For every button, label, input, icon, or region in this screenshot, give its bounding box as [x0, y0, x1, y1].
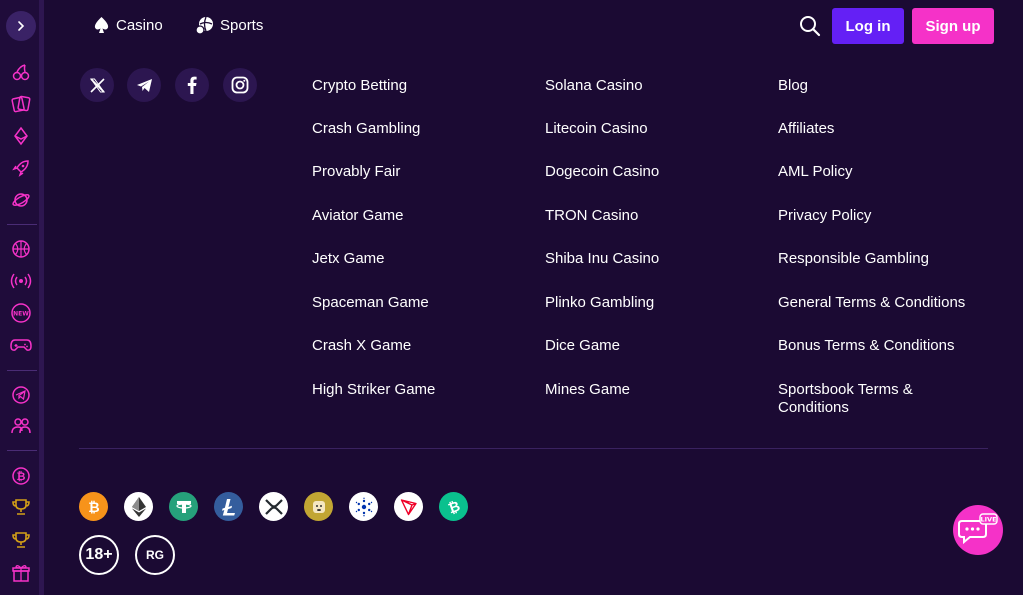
footer-link-aviator-game[interactable]: Aviator Game: [312, 207, 403, 225]
cherry-icon[interactable]: [9, 60, 33, 84]
footer-link-plinko-gambling[interactable]: Plinko Gambling: [545, 294, 654, 312]
cards-icon[interactable]: [9, 92, 33, 116]
footer-link-tron-casino[interactable]: TRON Casino: [545, 207, 638, 225]
footer-link-jetx-game[interactable]: Jetx Game: [312, 250, 385, 268]
nav-casino[interactable]: Casino: [93, 14, 163, 36]
instagram-icon: [231, 76, 249, 94]
footer-link-crypto-betting[interactable]: Crypto Betting: [312, 77, 407, 95]
footer-link-mines-game[interactable]: Mines Game: [545, 381, 630, 399]
xrp-icon: [259, 492, 288, 521]
trophy-icon[interactable]: [9, 528, 33, 552]
tether-icon: [169, 492, 198, 521]
footer-link-crash-gambling[interactable]: Crash Gambling: [312, 120, 420, 138]
search-icon: [800, 16, 821, 37]
bitcoin-icon[interactable]: ₿: [9, 464, 33, 488]
nav-sports[interactable]: Sports: [195, 14, 263, 36]
age-18-badge: 18+: [79, 535, 119, 575]
planet-icon[interactable]: [9, 188, 33, 212]
chevron-right-icon: [18, 21, 25, 31]
footer-divider: [79, 448, 988, 449]
footer-link-shiba-inu-casino[interactable]: Shiba Inu Casino: [545, 250, 659, 268]
spade-icon: [94, 17, 109, 33]
x-social-link[interactable]: [80, 68, 114, 102]
bitcoin-icon: ₿: [79, 492, 108, 521]
cardano-icon: [349, 492, 378, 521]
x-icon: [89, 77, 105, 93]
facebook-social-link[interactable]: [175, 68, 209, 102]
sidebar-divider: [7, 370, 37, 371]
nav-casino-label: Casino: [116, 16, 163, 34]
chat-bubble-icon: LIVE: [958, 513, 998, 545]
signup-button[interactable]: Sign up: [912, 8, 994, 44]
rg-badge-label: RG: [146, 548, 164, 562]
footer-link-aml-policy[interactable]: AML Policy: [778, 163, 852, 181]
svg-text:₿: ₿: [446, 499, 462, 515]
footer-link-bonus-terms[interactable]: Bonus Terms & Conditions: [778, 337, 954, 355]
age-badge-label: 18+: [85, 546, 113, 563]
footer-link-spaceman-game[interactable]: Spaceman Game: [312, 294, 429, 312]
telegram-icon[interactable]: [9, 383, 33, 407]
sidebar-toggle-button[interactable]: [6, 11, 36, 41]
users-icon[interactable]: [9, 414, 33, 438]
footer-link-sportsbook-terms[interactable]: Sportsbook Terms & Conditions: [778, 381, 948, 417]
facebook-icon: [187, 76, 197, 94]
footer-link-high-striker-game[interactable]: High Striker Game: [312, 381, 435, 399]
live-signal-icon[interactable]: [9, 269, 33, 293]
live-chat-button[interactable]: LIVE: [953, 505, 1003, 555]
svg-text:₿: ₿: [17, 470, 26, 483]
basketball-icon[interactable]: [9, 237, 33, 261]
bitcoin-cash-icon: ₿: [439, 492, 468, 521]
footer-link-affiliates[interactable]: Affiliates: [778, 120, 834, 138]
sidebar: NEW ₿: [0, 0, 44, 595]
telegram-icon: [136, 78, 152, 92]
ethereum-icon: [124, 492, 153, 521]
footer-link-responsible-gambling[interactable]: Responsible Gambling: [778, 250, 929, 268]
footer-link-blog[interactable]: Blog: [778, 77, 808, 95]
gift-icon[interactable]: [9, 561, 33, 585]
footer-link-general-terms[interactable]: General Terms & Conditions: [778, 294, 965, 312]
login-button[interactable]: Log in: [832, 8, 904, 44]
dogecoin-icon: [304, 492, 333, 521]
footer-link-solana-casino[interactable]: Solana Casino: [545, 77, 643, 95]
svg-text:₿: ₿: [88, 500, 99, 515]
trophy-icon[interactable]: [9, 495, 33, 519]
footer-link-dogecoin-casino[interactable]: Dogecoin Casino: [545, 163, 659, 181]
footer-link-dice-game[interactable]: Dice Game: [545, 337, 620, 355]
sidebar-divider: [7, 450, 37, 451]
balls-icon: [195, 16, 213, 35]
ethereum-icon[interactable]: [9, 124, 33, 148]
footer-link-provably-fair[interactable]: Provably Fair: [312, 163, 400, 181]
new-icon[interactable]: NEW: [9, 301, 33, 325]
telegram-social-link[interactable]: [127, 68, 161, 102]
search-button[interactable]: [798, 14, 822, 38]
rocket-icon[interactable]: [9, 156, 33, 180]
footer-link-crash-x-game[interactable]: Crash X Game: [312, 337, 411, 355]
tron-icon: [394, 492, 423, 521]
footer-link-privacy-policy[interactable]: Privacy Policy: [778, 207, 871, 225]
svg-text:NEW: NEW: [13, 311, 29, 318]
gamepad-icon[interactable]: [9, 333, 33, 357]
sidebar-divider: [7, 224, 37, 225]
litecoin-icon: [214, 492, 243, 521]
footer-link-litecoin-casino[interactable]: Litecoin Casino: [545, 120, 648, 138]
instagram-social-link[interactable]: [223, 68, 257, 102]
nav-sports-label: Sports: [220, 16, 264, 34]
responsible-gambling-badge[interactable]: RG: [135, 535, 175, 575]
live-chat-label: LIVE: [980, 516, 996, 524]
